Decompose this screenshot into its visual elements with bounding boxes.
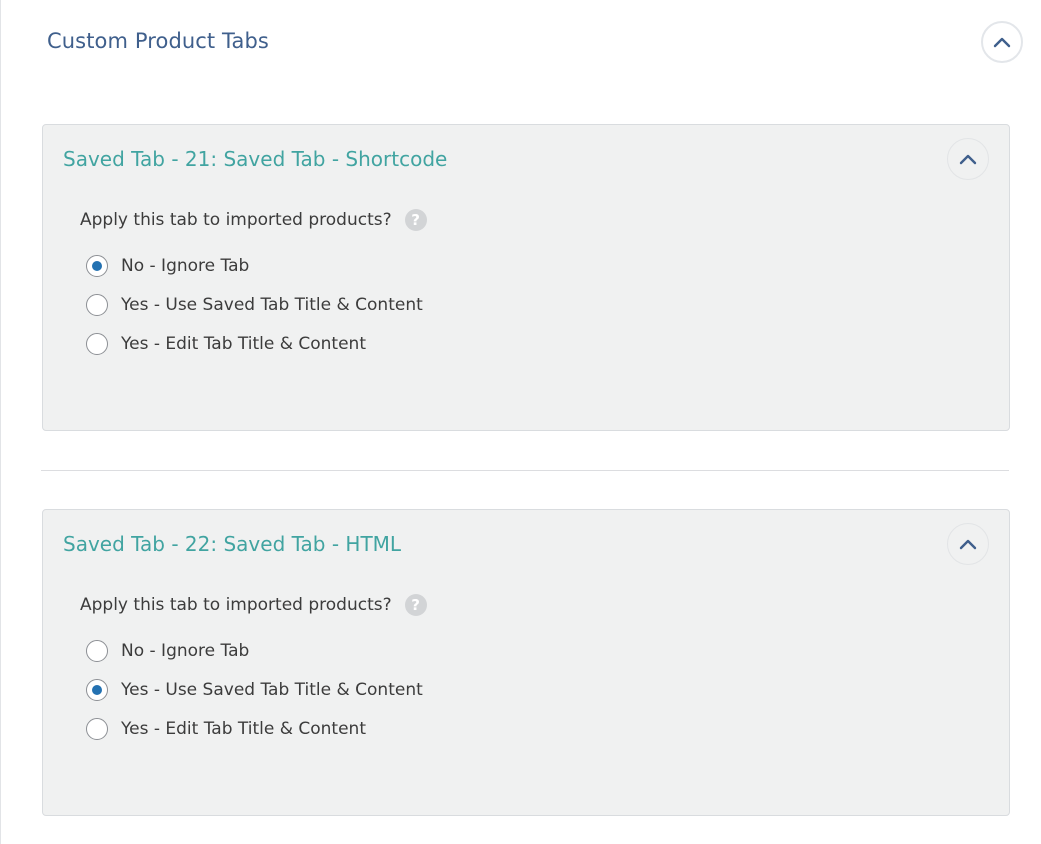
radio-button[interactable] (86, 293, 108, 316)
radio-group: No - Ignore Tab Yes - Use Saved Tab Titl… (86, 246, 423, 363)
tab-collapse-button[interactable] (947, 523, 989, 565)
radio-group: No - Ignore Tab Yes - Use Saved Tab Titl… (86, 631, 423, 748)
section-title: Custom Product Tabs (47, 29, 269, 53)
radio-label: Yes - Edit Tab Title & Content (121, 718, 366, 739)
radio-label: Yes - Use Saved Tab Title & Content (121, 294, 423, 315)
chevron-up-icon (993, 37, 1011, 48)
radio-label: Yes - Edit Tab Title & Content (121, 333, 366, 354)
radio-label: No - Ignore Tab (121, 255, 250, 276)
tab-title: Saved Tab - 22: Saved Tab - HTML (63, 532, 402, 556)
radio-option-edit[interactable]: Yes - Edit Tab Title & Content (86, 324, 423, 363)
question-label: Apply this tab to imported products? (80, 595, 392, 615)
apply-tab-question: Apply this tab to imported products? ? (80, 209, 427, 231)
section-collapse-button[interactable] (981, 21, 1023, 63)
help-icon[interactable]: ? (404, 594, 427, 616)
custom-product-tabs-page: Custom Product Tabs Saved Tab - 21: Save… (0, 0, 1041, 844)
tab-title: Saved Tab - 21: Saved Tab - Shortcode (63, 147, 448, 171)
radio-option-no-ignore[interactable]: No - Ignore Tab (86, 246, 423, 285)
radio-label: No - Ignore Tab (121, 640, 250, 661)
radio-button[interactable] (86, 254, 108, 277)
panel-divider (41, 470, 1009, 471)
radio-checked-dot (92, 684, 102, 695)
tab-collapse-button[interactable] (947, 138, 989, 180)
radio-checked-dot (92, 260, 102, 271)
saved-tab-panel-22: Saved Tab - 22: Saved Tab - HTML Apply t… (42, 509, 1010, 816)
chevron-up-icon (959, 539, 977, 550)
question-label: Apply this tab to imported products? (80, 210, 392, 230)
saved-tab-panel-21: Saved Tab - 21: Saved Tab - Shortcode Ap… (42, 124, 1010, 431)
radio-button[interactable] (86, 678, 108, 701)
radio-button[interactable] (86, 717, 108, 740)
help-icon[interactable]: ? (404, 209, 427, 231)
radio-button[interactable] (86, 332, 108, 355)
radio-option-use-saved[interactable]: Yes - Use Saved Tab Title & Content (86, 285, 423, 324)
radio-label: Yes - Use Saved Tab Title & Content (121, 679, 423, 700)
radio-option-edit[interactable]: Yes - Edit Tab Title & Content (86, 709, 423, 748)
apply-tab-question: Apply this tab to imported products? ? (80, 594, 427, 616)
chevron-up-icon (959, 154, 977, 165)
radio-option-use-saved[interactable]: Yes - Use Saved Tab Title & Content (86, 670, 423, 709)
radio-option-no-ignore[interactable]: No - Ignore Tab (86, 631, 423, 670)
radio-button[interactable] (86, 639, 108, 662)
